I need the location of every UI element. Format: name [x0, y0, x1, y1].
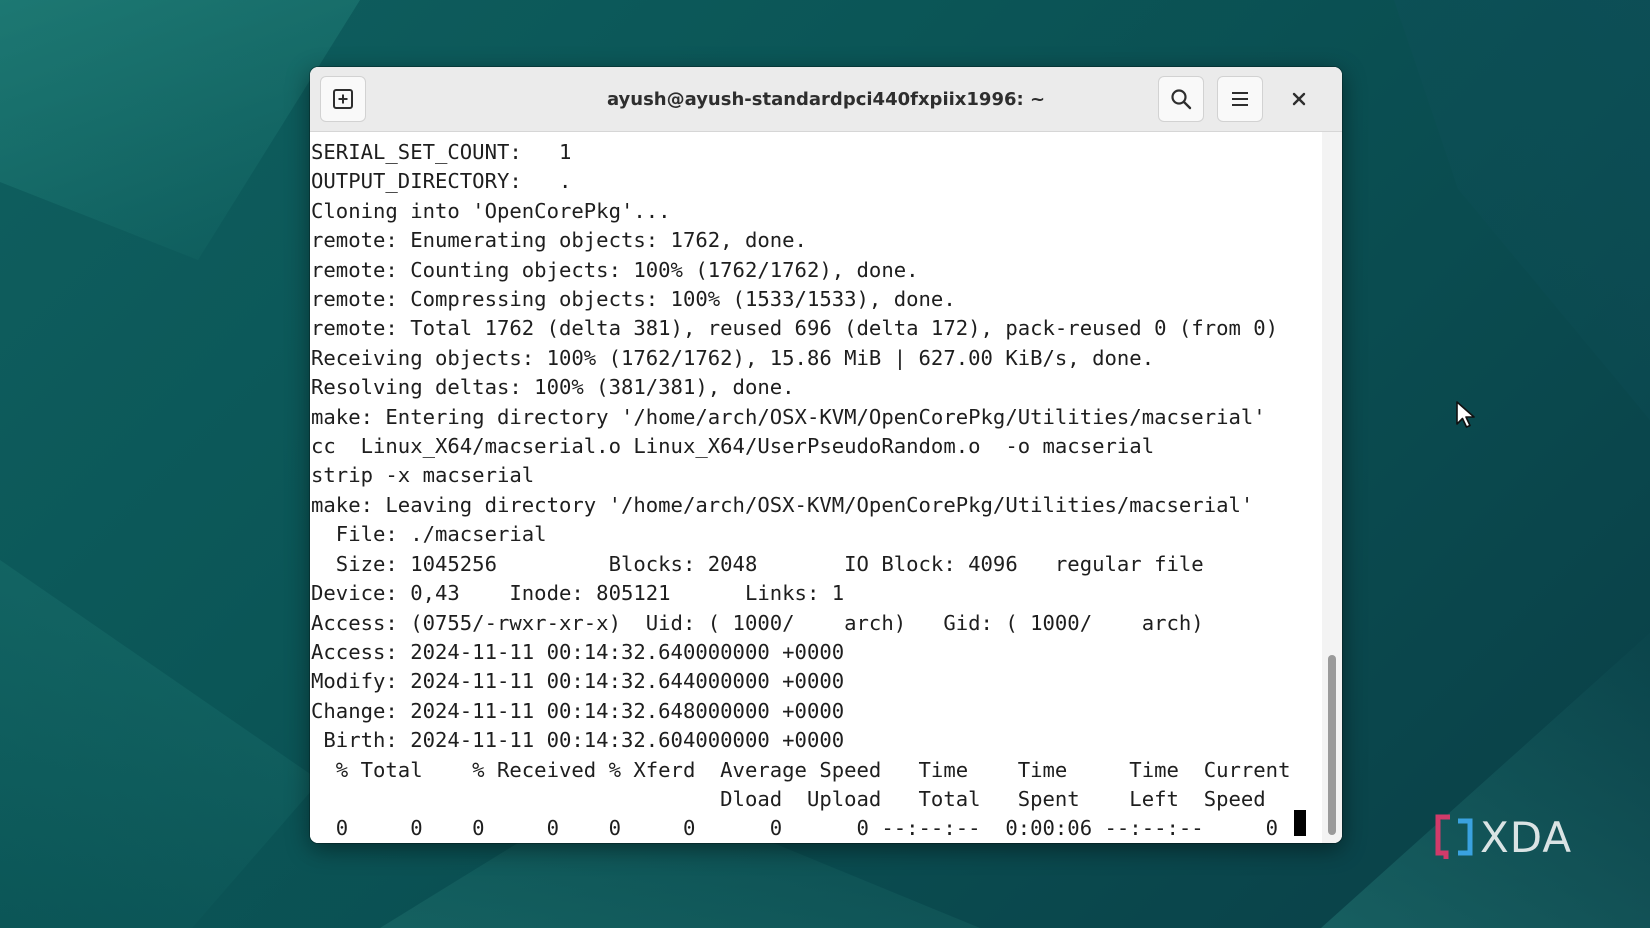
- xda-logo-text: XDA: [1480, 812, 1573, 862]
- terminal-line: 0 0 0 0 0 0 0 0 --:--:-- 0:00:06 --:--:-…: [311, 816, 1279, 841]
- terminal-line: remote: Compressing objects: 100% (1533/…: [311, 287, 956, 312]
- scrollbar-thumb[interactable]: [1328, 655, 1336, 835]
- xda-logo: XDA: [1434, 812, 1572, 862]
- terminal-line: Change: 2024-11-11 00:14:32.648000000 +0…: [311, 698, 845, 723]
- search-button[interactable]: [1158, 76, 1204, 122]
- terminal-line: make: Leaving directory '/home/arch/OSX-…: [311, 492, 1254, 517]
- terminal-line: Cloning into 'OpenCorePkg'...: [311, 198, 671, 223]
- terminal-line: % Total % Received % Xferd Average Speed…: [311, 757, 1291, 782]
- new-tab-icon: [333, 89, 353, 109]
- terminal-line: SERIAL_SET_COUNT: 1: [311, 140, 572, 164]
- wallpaper-facet: [0, 560, 320, 928]
- terminal-line: File: ./macserial: [311, 522, 547, 547]
- terminal-line: remote: Total 1762 (delta 381), reused 6…: [311, 316, 1279, 341]
- text-cursor: [1294, 810, 1306, 836]
- terminal-line: Modify: 2024-11-11 00:14:32.644000000 +0…: [311, 669, 845, 694]
- terminal-line: cc Linux_X64/macserial.o Linux_X64/UserP…: [311, 434, 1155, 459]
- close-button[interactable]: [1276, 76, 1322, 122]
- window-titlebar[interactable]: ayush@ayush-standardpci440fxpiix1996: ~: [310, 67, 1342, 132]
- terminal-line: Birth: 2024-11-11 00:14:32.604000000 +00…: [311, 728, 845, 753]
- terminal-line: Access: (0755/-rwxr-xr-x) Uid: ( 1000/ a…: [311, 610, 1204, 635]
- mouse-pointer-icon: [1456, 401, 1475, 428]
- terminal-line: Size: 1045256 Blocks: 2048 IO Block: 409…: [311, 551, 1204, 576]
- terminal-line: remote: Enumerating objects: 1762, done.: [311, 228, 807, 253]
- close-icon: [1292, 92, 1306, 106]
- terminal-line: make: Entering directory '/home/arch/OSX…: [311, 404, 1266, 429]
- terminal-line: Receiving objects: 100% (1762/1762), 15.…: [311, 345, 1155, 370]
- terminal-scrollbar[interactable]: [1322, 132, 1342, 843]
- terminal-output[interactable]: SERIAL_SET_COUNT: 1 OUTPUT_DIRECTORY: . Cl…: [310, 132, 1322, 843]
- search-icon: [1171, 89, 1192, 110]
- terminal-line: Access: 2024-11-11 00:14:32.640000000 +0…: [311, 639, 845, 664]
- hamburger-menu-icon: [1232, 92, 1248, 106]
- terminal-line: Device: 0,43 Inode: 805121 Links: 1: [311, 581, 845, 606]
- terminal-line: strip -x macserial: [311, 463, 535, 488]
- terminal-line: Dload Upload Total Spent Left Speed: [311, 786, 1266, 811]
- menu-button[interactable]: [1217, 76, 1263, 122]
- wallpaper-facet: [1394, 0, 1650, 420]
- terminal-line: Resolving deltas: 100% (381/381), done.: [311, 375, 795, 400]
- window-title: ayush@ayush-standardpci440fxpiix1996: ~: [606, 88, 1046, 110]
- terminal-text: SERIAL_SET_COUNT: 1 OUTPUT_DIRECTORY: . Cl…: [310, 132, 1322, 843]
- new-tab-button[interactable]: [320, 76, 366, 122]
- terminal-line: OUTPUT_DIRECTORY: .: [311, 169, 572, 194]
- xda-bracket-icon: [1435, 814, 1473, 859]
- terminal-line: remote: Counting objects: 100% (1762/176…: [311, 257, 919, 282]
- terminal-window: ayush@ayush-standardpci440fxpiix1996: ~ …: [310, 67, 1342, 843]
- wallpaper-facet: [0, 0, 360, 260]
